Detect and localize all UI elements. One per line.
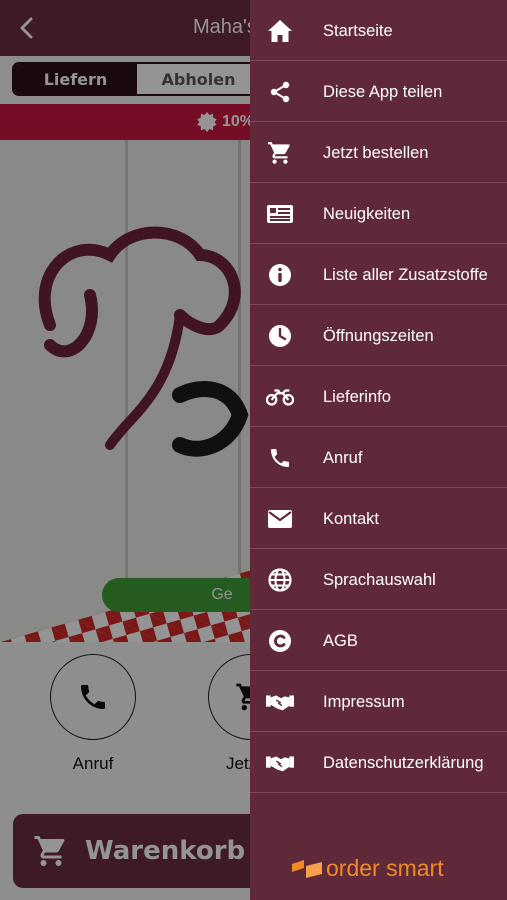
menu-item-terms[interactable]: AGB bbox=[250, 610, 507, 671]
menu-item-news[interactable]: Neuigkeiten bbox=[250, 183, 507, 244]
menu-item-label: Sprachauswahl bbox=[323, 571, 436, 589]
share-icon bbox=[266, 79, 294, 105]
handshake-icon bbox=[266, 689, 294, 715]
menu-item-share[interactable]: Diese App teilen bbox=[250, 61, 507, 122]
menu-item-label: Anruf bbox=[323, 449, 363, 467]
menu-item-label: Startseite bbox=[323, 22, 393, 40]
clock-icon bbox=[266, 323, 294, 349]
menu-item-label: Öffnungszeiten bbox=[323, 327, 434, 345]
phone-icon bbox=[266, 445, 294, 471]
menu-item-label: Diese App teilen bbox=[323, 83, 443, 101]
menu-item-additives[interactable]: Liste aller Zusatzstoffe bbox=[250, 244, 507, 305]
menu-item-label: Impressum bbox=[323, 693, 405, 711]
home-icon bbox=[266, 18, 294, 44]
menu-item-call[interactable]: Anruf bbox=[250, 427, 507, 488]
menu-item-label: AGB bbox=[323, 632, 358, 650]
menu-item-order-now[interactable]: Jetzt bestellen bbox=[250, 122, 507, 183]
copyright-icon bbox=[266, 628, 294, 654]
menu-item-imprint[interactable]: Impressum bbox=[250, 671, 507, 732]
order-smart-logo: order smart bbox=[290, 855, 444, 882]
info-icon bbox=[266, 262, 294, 288]
motorbike-icon bbox=[266, 384, 294, 410]
menu-item-label: Neuigkeiten bbox=[323, 205, 411, 223]
menu-item-contact[interactable]: Kontakt bbox=[250, 488, 507, 549]
menu-item-opening-hours[interactable]: Öffnungszeiten bbox=[250, 305, 507, 366]
side-drawer: Startseite Diese App teilen Jetzt bestel… bbox=[250, 0, 507, 900]
news-icon bbox=[266, 201, 294, 227]
globe-icon bbox=[266, 567, 294, 593]
menu-item-privacy[interactable]: Datenschutzerklärung bbox=[250, 732, 507, 793]
menu-item-label: Liste aller Zusatzstoffe bbox=[323, 266, 488, 284]
menu-item-home[interactable]: Startseite bbox=[250, 0, 507, 61]
mail-icon bbox=[266, 506, 294, 532]
menu-item-delivery-info[interactable]: Lieferinfo bbox=[250, 366, 507, 427]
menu-item-language[interactable]: Sprachauswahl bbox=[250, 549, 507, 610]
brand-name: order smart bbox=[326, 855, 444, 881]
menu-item-label: Kontakt bbox=[323, 510, 379, 528]
menu-item-label: Datenschutzerklärung bbox=[323, 754, 484, 772]
order-smart-logo-icon bbox=[292, 859, 322, 878]
menu-item-label: Lieferinfo bbox=[323, 388, 391, 406]
handshake-icon bbox=[266, 750, 294, 776]
menu-item-label: Jetzt bestellen bbox=[323, 144, 429, 162]
cart-icon bbox=[266, 140, 294, 166]
